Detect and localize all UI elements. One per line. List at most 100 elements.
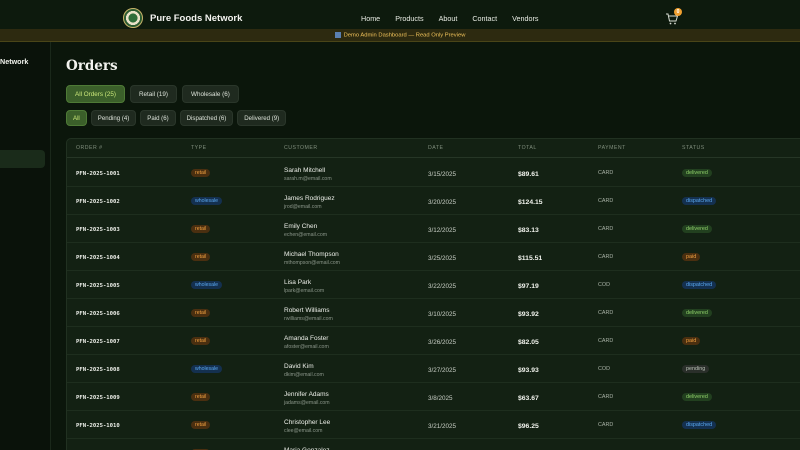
tab-all-orders[interactable]: All Orders (25): [66, 85, 125, 103]
order-date: 3/26/2025: [428, 339, 457, 346]
sidebar: Network: [0, 42, 51, 450]
tab-status-delivered[interactable]: Delivered (9): [237, 110, 287, 126]
order-type-badge: retail: [191, 169, 211, 177]
customer-email: mthompson@email.com: [284, 260, 341, 266]
table-row[interactable]: PFN-2025-1002 wholesale James Rodriguez jro…: [67, 187, 800, 215]
sidebar-item-orders[interactable]: [0, 150, 45, 168]
table-row[interactable]: PFN-2025-1011retailMaria Gonzalez: [67, 439, 800, 450]
tab-status-dispatched[interactable]: Dispatched (6): [179, 110, 234, 126]
leaf-emblem-logo: [123, 8, 143, 28]
order-number: PFN-2025-1003: [76, 227, 120, 233]
col-customer: CUSTOMER: [284, 145, 318, 151]
payment-method: CARD: [598, 170, 614, 176]
order-number: PFN-2025-1007: [76, 339, 120, 345]
order-type-badge: retail: [191, 421, 211, 429]
brand-name: Pure Foods Network: [150, 12, 243, 24]
orders-table: ORDER # TYPE CUSTOMER DATE TOTAL PAYMENT…: [66, 138, 800, 450]
type-filter-tabs: All Orders (25) Retail (19) Wholesale (6…: [66, 85, 239, 103]
table-row[interactable]: PFN-2025-1009 retail Jennifer Adams jadams@…: [67, 383, 800, 411]
status-badge: dispatched: [682, 197, 717, 205]
tab-retail[interactable]: Retail (19): [129, 85, 177, 103]
brand[interactable]: Pure Foods Network: [123, 8, 242, 28]
order-total: $115.51: [518, 255, 543, 262]
customer-name: Michael Thompson: [284, 251, 339, 258]
sidebar-title: Network: [0, 57, 29, 66]
table-row[interactable]: PFN-2025-1006 retail Robert Williams rwilli…: [67, 299, 800, 327]
order-number: PFN-2025-1004: [76, 255, 120, 261]
nav-home[interactable]: Home: [361, 14, 380, 23]
table-row[interactable]: PFN-2025-1004 retail Michael Thompson mthom…: [67, 243, 800, 271]
col-total: TOTAL: [518, 145, 537, 151]
chart-icon: [334, 31, 341, 38]
order-type-badge: retail: [191, 253, 211, 261]
customer-name: Robert Williams: [284, 307, 330, 314]
payment-method: COD: [598, 366, 610, 372]
order-total: $63.67: [518, 395, 539, 402]
order-total: $93.92: [518, 311, 539, 318]
order-date: 3/27/2025: [428, 367, 457, 374]
main-nav: Home Products About Contact Vendors: [361, 14, 554, 23]
order-type-badge: retail: [191, 393, 211, 401]
status-badge: delivered: [682, 393, 712, 401]
order-number: PFN-2025-1008: [76, 367, 120, 373]
nav-contact[interactable]: Contact: [472, 14, 497, 23]
order-date: 3/25/2025: [428, 255, 457, 262]
order-type-badge: retail: [191, 309, 211, 317]
banner-text: Demo Admin Dashboard — Read Only Preview: [343, 32, 466, 39]
customer-email: jadams@email.com: [284, 400, 330, 406]
customer-email: dkim@email.com: [284, 372, 324, 378]
order-type-badge: retail: [191, 337, 211, 345]
order-type-badge: wholesale: [191, 281, 223, 289]
order-date: 3/21/2025: [428, 423, 457, 430]
tab-status-all[interactable]: All: [66, 110, 87, 126]
order-date: 3/8/2025: [428, 395, 453, 402]
nav-products[interactable]: Products: [395, 14, 423, 23]
customer-name: Lisa Park: [284, 279, 312, 286]
col-status: STATUS: [682, 145, 705, 151]
table-row[interactable]: PFN-2025-1001 retail Sarah Mitchell sarah.m…: [67, 159, 800, 187]
order-type-badge: wholesale: [191, 197, 223, 205]
customer-name: Amanda Foster: [284, 335, 329, 342]
status-badge: paid: [682, 337, 701, 345]
order-number: PFN-2025-1005: [76, 283, 120, 289]
main-content: Orders All Orders (25) Retail (19) Whole…: [51, 42, 800, 450]
payment-method: CARD: [598, 226, 614, 232]
table-row[interactable]: PFN-2025-1010 retail Christopher Lee clee@e…: [67, 411, 800, 439]
order-type-badge: wholesale: [191, 365, 223, 373]
nav-vendors[interactable]: Vendors: [512, 14, 538, 23]
status-badge: delivered: [682, 309, 712, 317]
payment-method: COD: [598, 282, 610, 288]
status-badge: delivered: [682, 225, 712, 233]
customer-name: James Rodriguez: [284, 195, 335, 202]
order-date: 3/20/2025: [428, 199, 457, 206]
payment-method: CARD: [598, 198, 614, 204]
table-row[interactable]: PFN-2025-1005 wholesale Lisa Park lpark@ema…: [67, 271, 800, 299]
nav-about[interactable]: About: [439, 14, 458, 23]
table-header: ORDER # TYPE CUSTOMER DATE TOTAL PAYMENT…: [67, 139, 800, 158]
status-badge: pending: [682, 365, 710, 373]
customer-email: echen@email.com: [284, 232, 328, 238]
customer-name: Christopher Lee: [284, 419, 331, 426]
customer-email: lpark@email.com: [284, 288, 325, 294]
order-number: PFN-2025-1002: [76, 199, 120, 205]
top-navbar: Pure Foods Network Home Products About C…: [0, 0, 800, 29]
status-badge: dispatched: [682, 281, 717, 289]
tab-wholesale[interactable]: Wholesale (6): [182, 85, 239, 103]
customer-name: Jennifer Adams: [284, 391, 329, 398]
order-total: $83.13: [518, 227, 539, 234]
table-row[interactable]: PFN-2025-1008 wholesale David Kim dkim@emai…: [67, 355, 800, 383]
order-type-badge: retail: [191, 225, 211, 233]
status-filter-tabs: All Pending (4) Paid (6) Dispatched (6) …: [66, 110, 287, 126]
tab-status-pending[interactable]: Pending (4): [90, 110, 137, 126]
order-date: 3/10/2025: [428, 311, 457, 318]
customer-name: Sarah Mitchell: [284, 167, 326, 174]
col-payment: PAYMENT: [598, 145, 626, 151]
table-row[interactable]: PFN-2025-1007 retail Amanda Foster afoster@…: [67, 327, 800, 355]
table-row[interactable]: PFN-2025-1003 retail Emily Chen echen@email…: [67, 215, 800, 243]
tab-status-paid[interactable]: Paid (6): [140, 110, 176, 126]
order-total: $93.93: [518, 367, 539, 374]
order-date: 3/12/2025: [428, 227, 457, 234]
order-total: $97.19: [518, 283, 539, 290]
col-date: DATE: [428, 145, 444, 151]
customer-email: jrod@email.com: [284, 204, 322, 210]
